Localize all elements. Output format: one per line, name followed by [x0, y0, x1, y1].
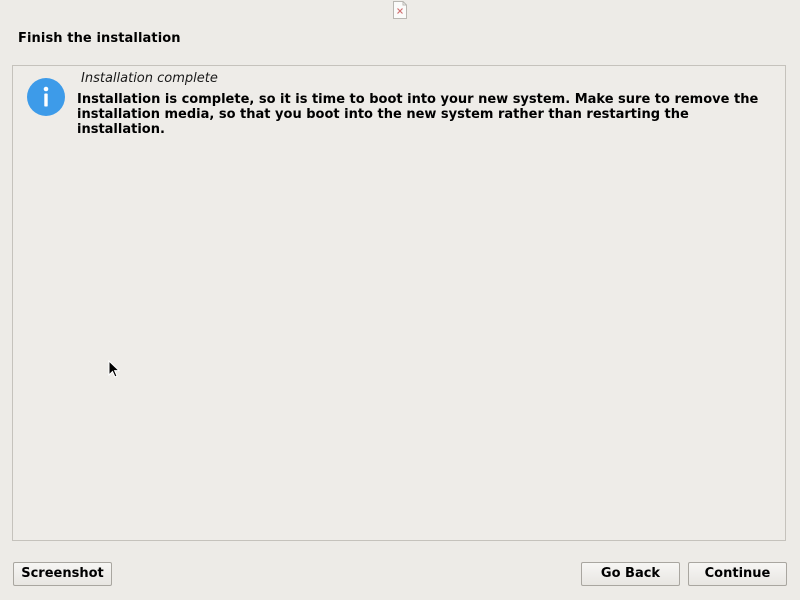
message-body: Installation is complete, so it is time …	[77, 92, 777, 137]
document-close-icon	[393, 1, 407, 19]
installer-window: Finish the installation Installation com…	[0, 0, 800, 600]
mouse-pointer-icon	[108, 360, 120, 378]
continue-button[interactable]: Continue	[688, 562, 787, 586]
message-heading: Installation complete	[81, 71, 218, 86]
go-back-button[interactable]: Go Back	[581, 562, 680, 586]
message-body-line-2: installation media, so that you boot int…	[77, 107, 689, 137]
screenshot-button[interactable]: Screenshot	[13, 562, 112, 586]
page-title: Finish the installation	[18, 31, 181, 46]
message-panel: Installation complete Installation is co…	[12, 65, 786, 541]
info-icon	[27, 78, 65, 116]
message-body-line-1: Installation is complete, so it is time …	[77, 92, 759, 107]
